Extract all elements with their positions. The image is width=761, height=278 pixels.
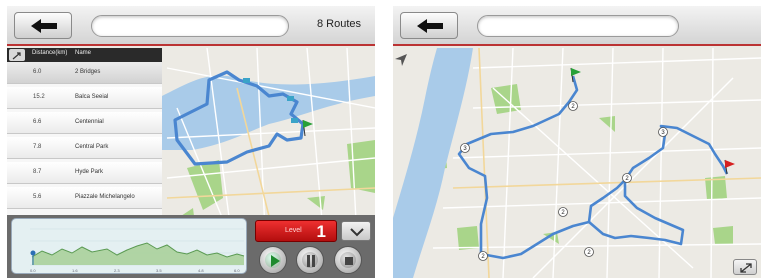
route-distance: 6.6 (33, 119, 42, 125)
level-dropdown-button[interactable] (341, 221, 371, 241)
route-row[interactable]: 7.8 Central Park (7, 137, 162, 159)
route-name: 2 Bridges (75, 69, 101, 75)
stop-icon (345, 257, 353, 265)
name-column-header: Name (75, 50, 92, 56)
position-marker-icon (30, 250, 36, 256)
distance-column-header: Distance(km) (32, 50, 68, 56)
route-distance: 5.6 (33, 194, 42, 200)
x-tick: 1.6 (72, 268, 78, 273)
expand-button[interactable] (733, 259, 757, 275)
search-input[interactable] (91, 15, 289, 37)
route-distance: 6.0 (33, 69, 42, 75)
pause-button[interactable] (296, 246, 324, 274)
top-bar (393, 6, 761, 46)
pause-icon (307, 255, 315, 267)
waypoint-marker[interactable]: 2 (478, 251, 488, 261)
level-indicator[interactable]: Level 1 (255, 220, 337, 242)
elevation-chart: 0.0 1.6 2.3 3.5 4.8 6.0 (30, 228, 245, 273)
expand-arrows-icon (740, 263, 752, 273)
route-row[interactable]: 6.6 Centennial (7, 112, 162, 134)
back-arrow-icon (417, 19, 443, 33)
route-distance: 8.7 (33, 169, 42, 175)
waypoint-marker[interactable]: 2 (584, 247, 594, 257)
top-bar: 8 Routes (7, 6, 375, 46)
play-button[interactable] (259, 246, 287, 274)
x-tick: 2.3 (114, 268, 120, 273)
waypoint-marker[interactable]: 3 (460, 143, 470, 153)
route-row[interactable]: 6.0 2 Bridges (7, 62, 162, 84)
route-row[interactable]: 15.2 Balca Seeial (7, 87, 162, 109)
route-name: Central Park (75, 144, 109, 150)
x-tick: 0.0 (30, 268, 36, 273)
chevron-down-icon (350, 228, 364, 237)
waypoint-marker[interactable]: 2 (622, 173, 632, 183)
location-arrow-icon[interactable] (393, 52, 409, 68)
level-label: Level (285, 227, 302, 234)
route-name: Hyde Park (75, 169, 104, 175)
collapse-list-button[interactable] (9, 49, 25, 61)
route-name: Balca Seeial (75, 94, 109, 100)
back-button[interactable] (14, 12, 72, 39)
route-row[interactable]: 5.6 Piazzale Michelangelo (7, 187, 162, 209)
back-arrow-icon (31, 19, 57, 33)
route-row[interactable]: 8.7 Hyde Park (7, 162, 162, 184)
bottom-panel: 0.0 1.6 2.3 3.5 4.8 6.0 Level 1 (7, 215, 375, 278)
route-name: Piazzale Michelangelo (75, 194, 135, 200)
waypoint-marker[interactable]: 3 (658, 127, 668, 137)
stop-button[interactable] (334, 246, 362, 274)
map-view[interactable]: 2 3 3 2 2 2 2 (393, 48, 761, 278)
route-list: Distance(km) Name 6.0 2 Bridges 15.2 Bal… (7, 48, 162, 215)
route-list-screen: 8 Routes Distance(km) Name 6.0 2 Bridges… (7, 6, 375, 278)
routes-count: 8 Routes (316, 18, 361, 30)
x-tick: 3.5 (156, 268, 162, 273)
back-button[interactable] (400, 12, 458, 39)
route-list-header: Distance(km) Name (7, 48, 162, 62)
x-tick: 4.8 (198, 268, 204, 273)
elevation-profile: 0.0 1.6 2.3 3.5 4.8 6.0 (11, 218, 247, 274)
x-tick: 6.0 (234, 268, 240, 273)
route-map-screen: 2 3 3 2 2 2 2 (393, 6, 761, 278)
search-input[interactable] (477, 15, 679, 37)
route-distance: 15.2 (33, 94, 45, 100)
map-canvas: 2 3 3 2 2 2 2 (393, 48, 761, 278)
collapse-arrows-icon (12, 52, 21, 60)
waypoint-marker[interactable]: 2 (568, 101, 578, 111)
screen-divider (378, 0, 390, 278)
route-name: Centennial (75, 119, 104, 125)
route-distance: 7.8 (33, 144, 42, 150)
play-icon (271, 255, 280, 267)
level-value: 1 (316, 222, 326, 241)
waypoint-marker[interactable]: 2 (558, 207, 568, 217)
app-comparison: 8 Routes Distance(km) Name 6.0 2 Bridges… (0, 0, 761, 278)
